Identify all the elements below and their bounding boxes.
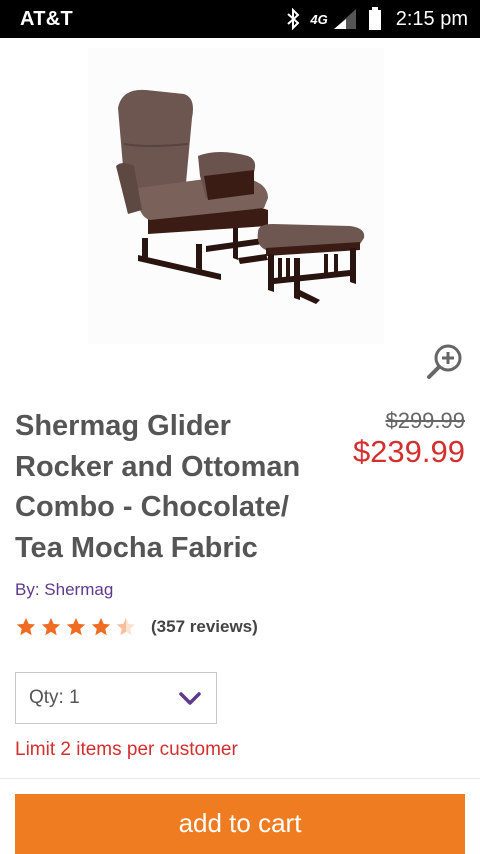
battery-icon <box>368 7 382 31</box>
star-icon-full <box>41 617 61 636</box>
review-count[interactable]: (357 reviews) <box>151 617 258 637</box>
clock: 2:15 pm <box>395 7 468 30</box>
brand-link[interactable]: Shermag <box>44 580 113 599</box>
signal-icon <box>332 8 358 30</box>
star-icon-half <box>116 617 136 636</box>
star-rating <box>15 616 137 638</box>
star-icon-full <box>66 617 86 636</box>
rating[interactable]: (357 reviews) <box>15 616 258 638</box>
product-title: Shermag Glider Rocker and Ottoman Combo … <box>15 410 301 564</box>
original-price: $299.99 <box>385 408 465 433</box>
star-icon-full <box>91 617 111 636</box>
carrier-name: AT&T <box>20 8 74 30</box>
quantity-select[interactable]: Qty: 1 <box>15 672 217 724</box>
status-bar: AT&T 4G 2:15 pm <box>0 0 480 38</box>
chevron-down-icon <box>178 691 202 712</box>
bluetooth-icon <box>286 8 300 30</box>
network-type: 4G <box>310 11 328 27</box>
brand-line: By: Shermag <box>15 580 113 600</box>
star-icon-full <box>16 617 36 636</box>
divider <box>0 778 480 779</box>
sale-price: $239.99 <box>352 434 465 469</box>
purchase-limit-note: Limit 2 items per customer <box>15 739 238 760</box>
add-to-cart-button[interactable]: add to cart <box>15 794 465 854</box>
status-icons: 4G 2:15 pm <box>286 5 468 33</box>
glider-rocker-illustration <box>116 89 365 304</box>
brand-prefix: By: <box>15 580 40 599</box>
zoom-in-icon[interactable] <box>424 340 468 384</box>
product-image[interactable] <box>88 48 384 344</box>
quantity-value: Qty: 1 <box>29 687 80 708</box>
